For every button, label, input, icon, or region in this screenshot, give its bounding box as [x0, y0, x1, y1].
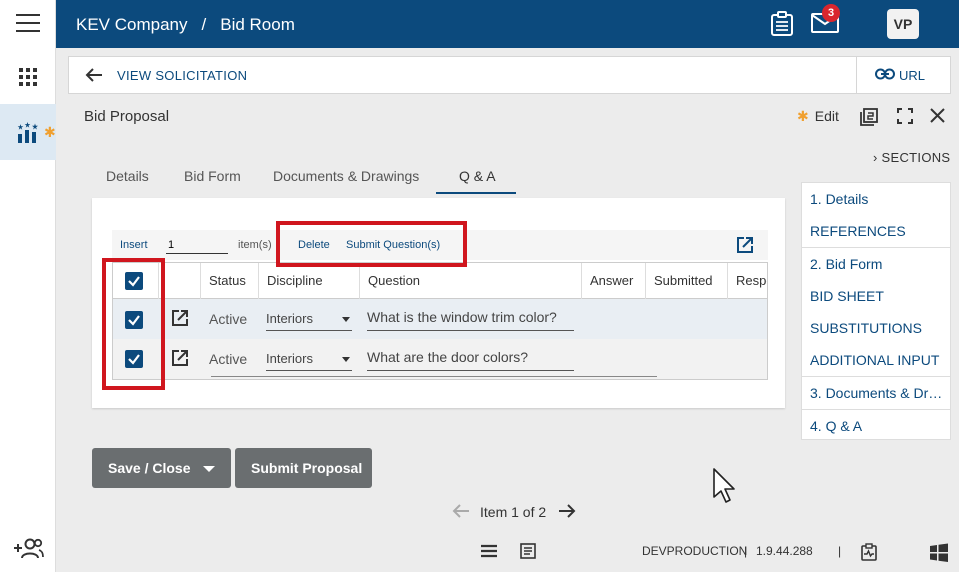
next-arrow-icon[interactable] [558, 503, 576, 519]
question-field[interactable]: What are the door colors? [367, 347, 574, 371]
column-submitted[interactable]: Submitted [646, 263, 728, 299]
solicitation-nav-strip: VIEW SOLICITATION URL [68, 56, 951, 94]
section-divider [802, 247, 950, 248]
sections-toggle[interactable]: › SECTIONS [873, 150, 950, 165]
pager-label: Item 1 of 2 [480, 504, 547, 520]
question-field[interactable]: What is the window trim color? [367, 307, 574, 331]
column-question[interactable]: Question [360, 263, 582, 299]
breadcrumb: KEV Company / Bid Room [76, 15, 295, 35]
tab-bid-form[interactable]: Bid Form [184, 168, 241, 184]
tab-documents-drawings[interactable]: Documents & Drawings [273, 168, 419, 184]
hamburger-menu-icon[interactable] [16, 14, 40, 34]
fullscreen-icon[interactable] [897, 108, 913, 124]
breadcrumb-separator: / [201, 15, 207, 34]
table-row[interactable]: Active Interiors What are the door color… [113, 339, 767, 379]
left-rail: ✱ [0, 0, 56, 572]
discipline-select[interactable]: Interiors [266, 347, 352, 371]
url-label: URL [899, 68, 926, 83]
column-status[interactable]: Status [201, 263, 259, 299]
apps-grid-icon[interactable] [19, 68, 37, 86]
mail-count-badge: 3 [822, 4, 840, 22]
activity-clipboard-icon[interactable] [860, 543, 878, 561]
footer-separator: | [744, 544, 748, 558]
dropdown-arrow-icon [342, 357, 350, 362]
section-link-references[interactable]: REFERENCES [810, 223, 946, 239]
open-row-icon[interactable] [171, 349, 189, 367]
top-bar: KEV Company / Bid Room 3 VP [56, 0, 959, 48]
row-underline [211, 376, 657, 377]
section-link-additional-input[interactable]: ADDITIONAL INPUT [810, 352, 946, 368]
active-tab-indicator [436, 192, 516, 194]
open-external-icon[interactable] [736, 236, 754, 254]
report-icon[interactable] [860, 108, 878, 126]
highlight-box-toolbar [276, 221, 467, 267]
bid-room-nav-item[interactable]: ✱ [0, 104, 56, 160]
dropdown-arrow-icon [342, 317, 350, 322]
questions-table: Status Discipline Question Answer Submit… [112, 262, 768, 380]
footer-separator: | [838, 544, 842, 558]
highlight-box-checkboxes [102, 258, 165, 390]
submit-proposal-label: Submit Proposal [251, 460, 363, 476]
edit-label: Edit [814, 108, 839, 124]
add-user-icon[interactable] [12, 538, 44, 560]
close-icon[interactable] [930, 108, 945, 123]
document-icon[interactable] [520, 543, 536, 559]
view-solicitation-link[interactable]: VIEW SOLICITATION [117, 68, 247, 83]
sections-panel: 1. Details REFERENCES 2. Bid Form BID SH… [801, 182, 951, 440]
clipboard-icon[interactable] [770, 11, 794, 37]
discipline-value: Interiors [266, 351, 313, 366]
items-label: item(s) [238, 239, 272, 251]
mouse-cursor-icon [713, 468, 735, 503]
version-label: 1.9.44.288 [756, 544, 813, 558]
row-status: Active [209, 351, 248, 367]
column-answer[interactable]: Answer [582, 263, 646, 299]
edit-button[interactable]: ✱ Edit [797, 108, 839, 125]
breadcrumb-page: Bid Room [220, 15, 295, 34]
environment-label: DEVPRODUCTION [642, 544, 748, 558]
open-column-header [159, 263, 201, 299]
section-link-q-and-a[interactable]: 4. Q & A [810, 418, 946, 434]
list-view-icon[interactable] [480, 543, 498, 559]
required-star-icon: ✱ [797, 108, 809, 124]
tab-details[interactable]: Details [106, 168, 149, 184]
section-divider [802, 409, 950, 410]
save-close-button[interactable]: Save / Close [92, 448, 231, 488]
section-link-bid-form[interactable]: 2. Bid Form [810, 256, 946, 272]
column-discipline[interactable]: Discipline [259, 263, 360, 299]
sections-toggle-label: SECTIONS [881, 150, 951, 165]
page-title: Bid Proposal [84, 108, 170, 125]
table-header: Status Discipline Question Answer Submit… [113, 263, 767, 299]
back-arrow-icon[interactable] [85, 67, 103, 83]
row-status: Active [209, 311, 248, 327]
discipline-select[interactable]: Interiors [266, 307, 352, 331]
tab-q-and-a[interactable]: Q & A [459, 168, 496, 184]
link-icon [875, 68, 895, 80]
section-link-details[interactable]: 1. Details [810, 191, 946, 207]
section-link-documents-drawings[interactable]: 3. Documents & Drawings [810, 385, 946, 401]
table-row[interactable]: Active Interiors What is the window trim… [113, 299, 767, 339]
url-button[interactable]: URL [856, 57, 950, 93]
discipline-value: Interiors [266, 311, 313, 326]
user-avatar[interactable]: VP [887, 9, 919, 39]
bid-chart-icon [17, 122, 38, 143]
favorite-star-icon: ✱ [44, 124, 56, 140]
section-link-substitutions[interactable]: SUBSTITUTIONS [810, 320, 946, 336]
windows-icon[interactable] [929, 543, 949, 563]
column-response[interactable]: Respo [728, 263, 767, 299]
save-close-label: Save / Close [108, 460, 191, 476]
submit-proposal-button[interactable]: Submit Proposal [235, 448, 372, 488]
chevron-down-icon[interactable] [203, 466, 215, 472]
insert-button[interactable]: Insert [120, 239, 148, 251]
breadcrumb-company[interactable]: KEV Company [76, 15, 188, 34]
previous-arrow-icon[interactable] [452, 503, 470, 519]
insert-quantity-input[interactable] [166, 236, 228, 254]
open-row-icon[interactable] [171, 309, 189, 327]
section-divider [802, 376, 950, 377]
section-link-bid-sheet[interactable]: BID SHEET [810, 288, 946, 304]
